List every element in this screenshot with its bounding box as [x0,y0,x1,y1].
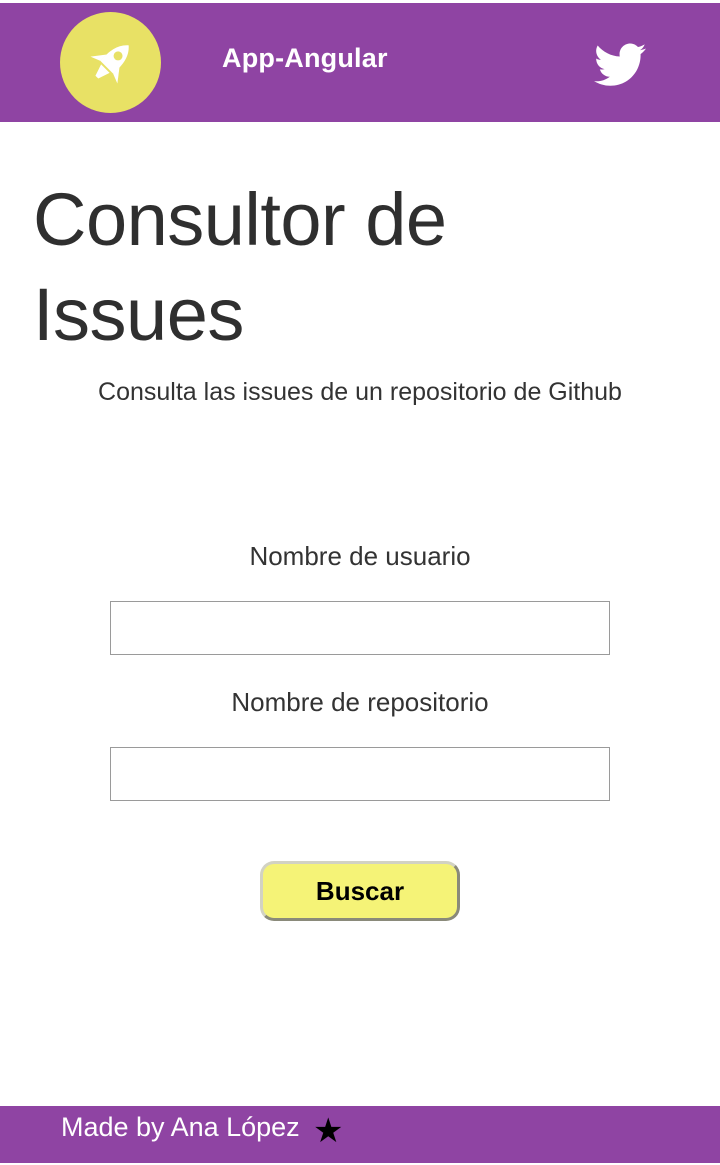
app-logo[interactable] [60,12,161,113]
page-title: Consultor de Issues [33,178,447,356]
footer: Made by Ana López [0,1106,720,1163]
repository-label: Nombre de repositorio [231,687,489,717]
star-icon: ★ [313,1112,344,1150]
page: App-Angular Consultor de Issues Consulta… [0,0,720,1165]
username-label: Nombre de usuario [249,541,471,571]
username-input[interactable] [110,601,610,655]
rocket-icon [89,44,129,84]
footer-credit: Made by Ana López [61,1112,300,1142]
twitter-icon[interactable] [594,43,646,87]
top-navbar: App-Angular [0,3,720,122]
app-title: App-Angular [222,43,388,73]
repository-input[interactable] [110,747,610,801]
page-subtitle: Consulta las issues de un repositorio de… [98,378,622,406]
search-button[interactable]: Buscar [260,861,460,921]
